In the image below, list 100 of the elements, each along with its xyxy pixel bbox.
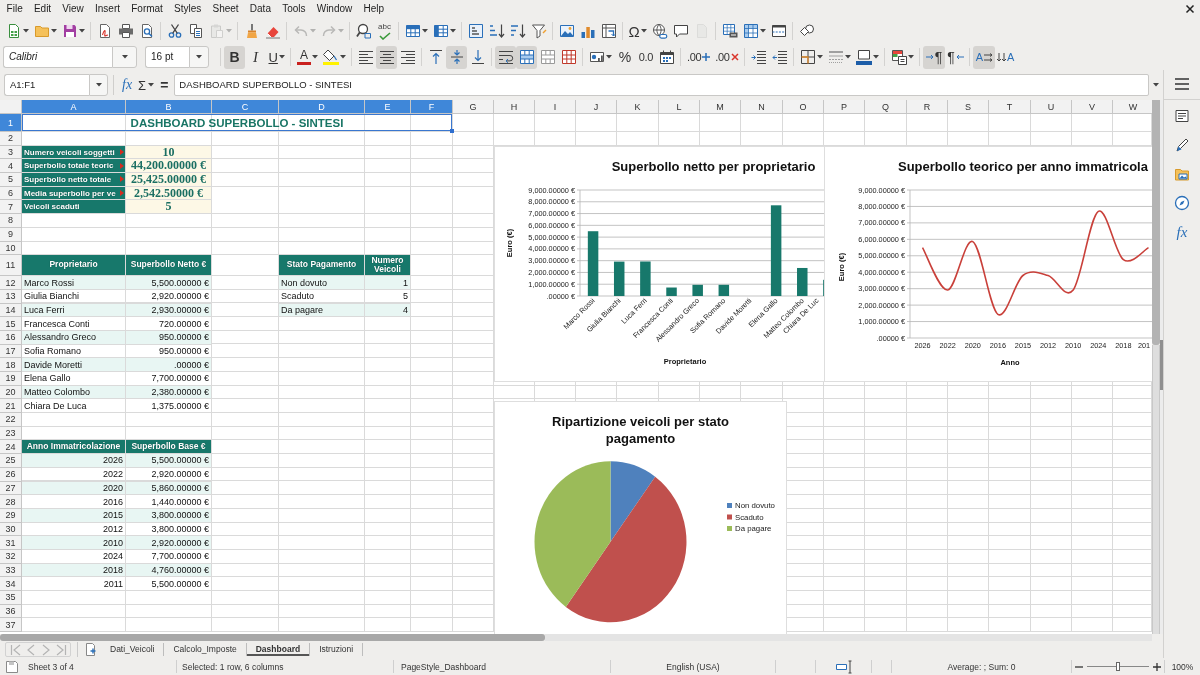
column-header[interactable]: H xyxy=(494,100,535,114)
arrow-left-bar-icon xyxy=(9,642,22,657)
scrollbar-thumb[interactable] xyxy=(1152,100,1160,345)
wrap-text-button[interactable] xyxy=(495,45,517,69)
caret-icon xyxy=(640,29,647,33)
percent-button[interactable]: % xyxy=(614,45,636,69)
left-to-right-button[interactable]: ¶ xyxy=(923,45,945,69)
sidebar-handle[interactable] xyxy=(1160,340,1163,390)
align-middle-button[interactable] xyxy=(446,45,468,69)
dropdown-button[interactable] xyxy=(189,46,209,68)
calendar-icon xyxy=(658,49,675,65)
column-header[interactable]: I xyxy=(535,100,576,114)
row-header[interactable]: 1 xyxy=(0,114,22,132)
row-header[interactable]: 7 xyxy=(0,200,22,215)
sheet-tab[interactable]: Calcolo_Imposte xyxy=(164,643,247,656)
table-cell: Scaduto xyxy=(279,289,365,304)
zoom-thumb[interactable] xyxy=(1116,662,1120,671)
delete-decimal-button[interactable]: .00 xyxy=(712,45,742,69)
special-character-button[interactable]: Ω xyxy=(626,19,650,43)
close-button[interactable] xyxy=(1185,2,1195,16)
column-header[interactable]: K xyxy=(617,100,659,114)
menu-item[interactable]: Data xyxy=(244,1,277,17)
row-header[interactable]: 35 xyxy=(0,591,22,605)
italic-button[interactable]: I xyxy=(245,45,266,69)
functions-button[interactable]: fx xyxy=(1169,220,1195,244)
menu-item[interactable]: Edit xyxy=(28,1,57,17)
row-header[interactable]: 5 xyxy=(0,173,22,187)
row-header[interactable]: 28 xyxy=(0,495,22,509)
font-name-field[interactable]: Calibri xyxy=(3,46,112,68)
font-color-button[interactable]: A xyxy=(294,45,321,69)
merge-center-button[interactable] xyxy=(516,45,538,69)
column-header[interactable]: D xyxy=(279,100,365,114)
sheet-tab[interactable]: Dati_Veicoli xyxy=(101,643,165,656)
menu-item[interactable]: Insert xyxy=(89,1,126,17)
menu-item[interactable]: Sheet xyxy=(206,1,245,17)
column-header[interactable]: A xyxy=(22,100,126,114)
column-header[interactable]: N xyxy=(741,100,783,114)
table-cell: Non dovuto xyxy=(279,276,365,290)
row-header[interactable]: 22 xyxy=(0,413,22,427)
column-header[interactable]: R xyxy=(907,100,948,114)
row-header[interactable]: 37 xyxy=(0,618,22,633)
menu-item[interactable]: Help xyxy=(357,1,390,17)
sum-button[interactable]: Σ xyxy=(135,74,158,96)
menu-item[interactable]: Window xyxy=(311,1,358,17)
column-header[interactable]: S xyxy=(948,100,989,114)
formula-button[interactable]: = xyxy=(157,74,172,96)
add-decimal-button[interactable]: .00 xyxy=(684,45,713,69)
border-color-icon xyxy=(855,49,872,65)
clipboard-icon xyxy=(208,23,225,39)
rectangle-cursor-icon xyxy=(835,658,852,675)
menu-item[interactable]: View xyxy=(56,1,90,17)
right-to-left-button[interactable]: ¶ xyxy=(944,45,967,69)
column-header[interactable]: V xyxy=(1072,100,1113,114)
row-header[interactable]: 12 xyxy=(0,276,22,290)
column-header[interactable]: U xyxy=(1031,100,1072,114)
spelling-button[interactable]: abc xyxy=(374,19,395,43)
column-header[interactable]: J xyxy=(576,100,617,114)
column-header[interactable]: P xyxy=(824,100,865,114)
align-center-button[interactable] xyxy=(376,45,398,69)
row-header[interactable]: 19 xyxy=(0,372,22,386)
kpi-value: 10 xyxy=(126,145,212,160)
sheet-tab[interactable]: Istruzioni xyxy=(310,643,364,656)
column-header[interactable]: M xyxy=(700,100,741,114)
menu-item[interactable]: Styles xyxy=(168,1,207,17)
row-header[interactable]: 34 xyxy=(0,577,22,591)
column-header[interactable]: B xyxy=(126,100,212,114)
row-header[interactable]: 21 xyxy=(0,399,22,414)
column-header[interactable]: Q xyxy=(865,100,907,114)
row-header[interactable]: 25 xyxy=(0,454,22,468)
column-header[interactable]: G xyxy=(453,100,494,114)
font-size-field[interactable]: 16 pt xyxy=(145,46,189,68)
row-header[interactable]: 8 xyxy=(0,214,22,228)
underline-button[interactable]: U xyxy=(266,45,288,69)
menu-item[interactable]: File xyxy=(1,1,29,17)
row-header[interactable]: 18 xyxy=(0,358,22,372)
column-header[interactable]: O xyxy=(783,100,824,114)
bold-button[interactable]: B xyxy=(224,45,245,69)
scrollbar-thumb[interactable] xyxy=(0,634,545,641)
horizontal-text-button[interactable]: A xyxy=(973,45,995,69)
dropdown-button[interactable] xyxy=(89,74,108,96)
row-header[interactable]: 11 xyxy=(0,255,22,277)
column-header[interactable]: F xyxy=(411,100,453,114)
row-header[interactable]: 31 xyxy=(0,536,22,550)
formula-input[interactable]: DASHBOARD SUPERBOLLO - SINTESI xyxy=(174,74,1149,96)
column-header[interactable]: C xyxy=(212,100,279,114)
column-header[interactable]: L xyxy=(659,100,700,114)
decimal-button[interactable]: 0.0 xyxy=(635,45,657,69)
row-header[interactable]: 15 xyxy=(0,317,22,331)
sheet-tab[interactable]: Dashboard xyxy=(246,643,311,656)
menu-item[interactable]: Format xyxy=(125,1,169,17)
column-header[interactable]: E xyxy=(365,100,411,114)
function-wizard-button[interactable]: fx xyxy=(119,74,136,96)
row-header[interactable]: 24 xyxy=(0,440,22,455)
vertical-text-button[interactable]: A xyxy=(994,45,1017,69)
row-header[interactable]: 4 xyxy=(0,159,22,174)
column-header[interactable]: W xyxy=(1113,100,1152,114)
name-box[interactable]: A1:F1 xyxy=(4,74,89,96)
menu-item[interactable]: Tools xyxy=(276,1,312,17)
row-header[interactable]: 2 xyxy=(0,132,22,146)
column-header[interactable]: T xyxy=(989,100,1031,114)
